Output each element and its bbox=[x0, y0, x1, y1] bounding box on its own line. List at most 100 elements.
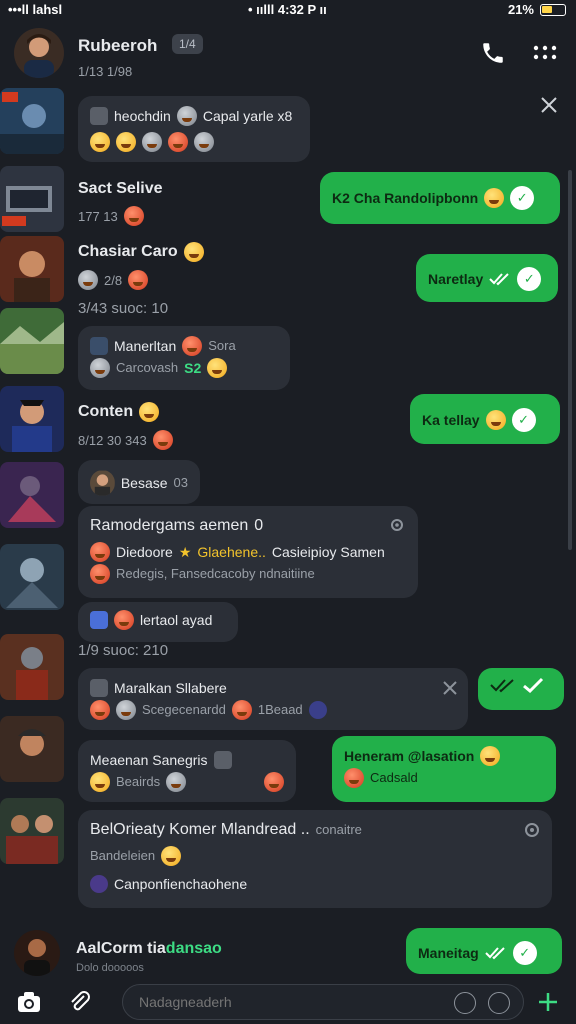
message-bubble[interactable]: lertaol ayad bbox=[78, 602, 238, 642]
message-highlight: Glaehene.. bbox=[197, 544, 266, 560]
close-icon[interactable] bbox=[538, 94, 560, 116]
emoji-icon bbox=[485, 410, 506, 430]
star-icon: ★ bbox=[178, 544, 192, 560]
thumbnail-image[interactable] bbox=[0, 462, 64, 528]
settings-icon[interactable] bbox=[524, 822, 540, 838]
emoji-icon bbox=[90, 132, 110, 152]
thumbnail-image[interactable] bbox=[0, 798, 64, 864]
message-bubble[interactable]: K2 Cha Randolipbonn ✓ bbox=[320, 172, 560, 224]
thumbnail-image[interactable] bbox=[0, 386, 64, 452]
message-text: Naretlay bbox=[428, 271, 484, 287]
more-options-icon[interactable] bbox=[532, 42, 558, 64]
thumbnail-image[interactable] bbox=[0, 544, 64, 610]
message-bubble[interactable]: Heneram @lasation Cadsald bbox=[332, 736, 556, 802]
thumbnail-image[interactable] bbox=[0, 236, 64, 302]
message-bubble[interactable]: Ka tellay ✓ bbox=[410, 394, 560, 444]
emoji-icon bbox=[166, 772, 187, 792]
globe-icon bbox=[308, 701, 327, 719]
list-item[interactable]: Chasiar Caro 2/8 bbox=[78, 242, 204, 290]
emoji-icon bbox=[114, 610, 134, 630]
expand-icon[interactable] bbox=[442, 680, 458, 696]
camera-icon[interactable] bbox=[16, 990, 42, 1014]
message-text: Maneitag bbox=[418, 945, 479, 961]
thumbnail-image[interactable] bbox=[0, 716, 64, 782]
emoji-icon bbox=[139, 402, 160, 422]
emoji-icon bbox=[90, 700, 110, 720]
message-bubble[interactable]: Ramodergams aemen 0 Diedoore ★ Glaehene.… bbox=[78, 506, 418, 598]
emoji-icon bbox=[90, 358, 110, 378]
chat-header[interactable]: Rubeeroh 1/4 1/13 1/98 bbox=[0, 22, 576, 86]
emoji-picker-icon[interactable] bbox=[454, 992, 476, 1014]
list-item[interactable]: Sact Selive 177 13 bbox=[78, 180, 163, 226]
status-bar: •••ll lahsl • ıılll 4:32 P ıı 21% bbox=[0, 0, 576, 20]
avatar[interactable] bbox=[14, 28, 64, 78]
globe-icon bbox=[90, 875, 108, 893]
settings-icon[interactable] bbox=[390, 518, 404, 532]
message-bubble[interactable]: Manerltan Sora Carcovash S2 bbox=[78, 326, 290, 390]
message-text: Diedoore bbox=[116, 544, 173, 560]
emoji-icon bbox=[116, 132, 136, 152]
emoji-icon bbox=[78, 270, 98, 290]
contact-subtitle: Dolo dooooos bbox=[76, 962, 144, 974]
message-bubble[interactable]: Maneitag ✓ bbox=[406, 928, 562, 974]
scrollbar[interactable] bbox=[568, 170, 572, 550]
avatar[interactable] bbox=[14, 930, 60, 976]
message-bubble[interactable] bbox=[478, 668, 564, 710]
emoji-icon bbox=[90, 542, 110, 562]
message-bubble[interactable]: Meaenan Sanegris Beairds bbox=[78, 740, 296, 802]
read-receipt-icon: ✓ bbox=[512, 941, 537, 965]
message-text: K2 Cha Randolipbonn bbox=[332, 190, 479, 206]
thumbnail-image[interactable] bbox=[0, 166, 64, 232]
photo-icon bbox=[90, 679, 108, 697]
message-text: Bandeleien bbox=[90, 848, 156, 863]
message-text-secondary: Beairds bbox=[116, 774, 161, 789]
phone-icon[interactable] bbox=[480, 40, 506, 66]
add-circle-icon[interactable] bbox=[488, 992, 510, 1014]
message-text: Carcovash bbox=[116, 360, 179, 375]
list-item[interactable]: Conten 8/12 30 343 bbox=[78, 402, 173, 450]
double-check-icon bbox=[490, 679, 514, 693]
paperclip-icon[interactable] bbox=[68, 990, 92, 1014]
message-bubble[interactable]: Maralkan Sllabere Scegecenardd 1Beaad bbox=[78, 668, 468, 730]
message-text-secondary: Sora bbox=[208, 338, 236, 353]
status-badge: 1/4 bbox=[172, 34, 203, 54]
message-text: Scegecenardd bbox=[142, 702, 226, 717]
thumbnail-image[interactable] bbox=[0, 88, 64, 154]
battery-icon bbox=[540, 3, 566, 16]
message-text-secondary: 03 bbox=[173, 475, 188, 490]
message-bubble[interactable]: BelOrieaty Komer Mlandread .. conaitre B… bbox=[78, 810, 552, 908]
check-icon bbox=[523, 677, 544, 693]
message-bubble[interactable]: heochdin Capal yarle x8 bbox=[78, 96, 310, 162]
message-text-secondary: Canponfienchaohene bbox=[114, 876, 248, 892]
photo-icon bbox=[213, 751, 232, 769]
message-bubble[interactable]: Naretlay ✓ bbox=[416, 254, 558, 302]
read-receipt-icon: ✓ bbox=[517, 267, 542, 291]
battery-percent: 21% bbox=[507, 2, 534, 17]
photo-icon bbox=[90, 337, 108, 355]
message-text: Heneram @lasation bbox=[344, 748, 475, 764]
item-meta: 2/8 bbox=[104, 272, 123, 288]
thumbnail-image[interactable] bbox=[0, 308, 64, 374]
message-text: lertaol ayad bbox=[140, 612, 213, 628]
emoji-icon bbox=[90, 772, 110, 792]
emoji-icon bbox=[161, 846, 182, 866]
message-text: Ka tellay bbox=[422, 412, 480, 428]
message-highlight: S2 bbox=[184, 360, 202, 376]
emoji-icon bbox=[194, 132, 214, 152]
emoji-icon bbox=[168, 132, 188, 152]
emoji-icon bbox=[264, 772, 284, 792]
emoji-icon bbox=[231, 700, 252, 720]
avatar bbox=[90, 470, 115, 496]
emoji-icon bbox=[484, 188, 505, 208]
item-title: Conten bbox=[78, 403, 134, 420]
plus-icon[interactable] bbox=[536, 990, 560, 1014]
message-text: Maralkan Sllabere bbox=[114, 680, 227, 696]
message-bubble[interactable]: Besase 03 bbox=[78, 460, 200, 504]
emoji-icon bbox=[344, 768, 364, 788]
message-text: Besase bbox=[120, 475, 168, 491]
contact-subtitle: 1/13 1/98 bbox=[78, 64, 133, 79]
contact-name: Rubeeroh bbox=[78, 36, 158, 55]
thumbnail-image[interactable] bbox=[0, 634, 64, 700]
composer-bar bbox=[0, 980, 576, 1024]
item-meta: 8/12 30 343 bbox=[78, 432, 147, 448]
